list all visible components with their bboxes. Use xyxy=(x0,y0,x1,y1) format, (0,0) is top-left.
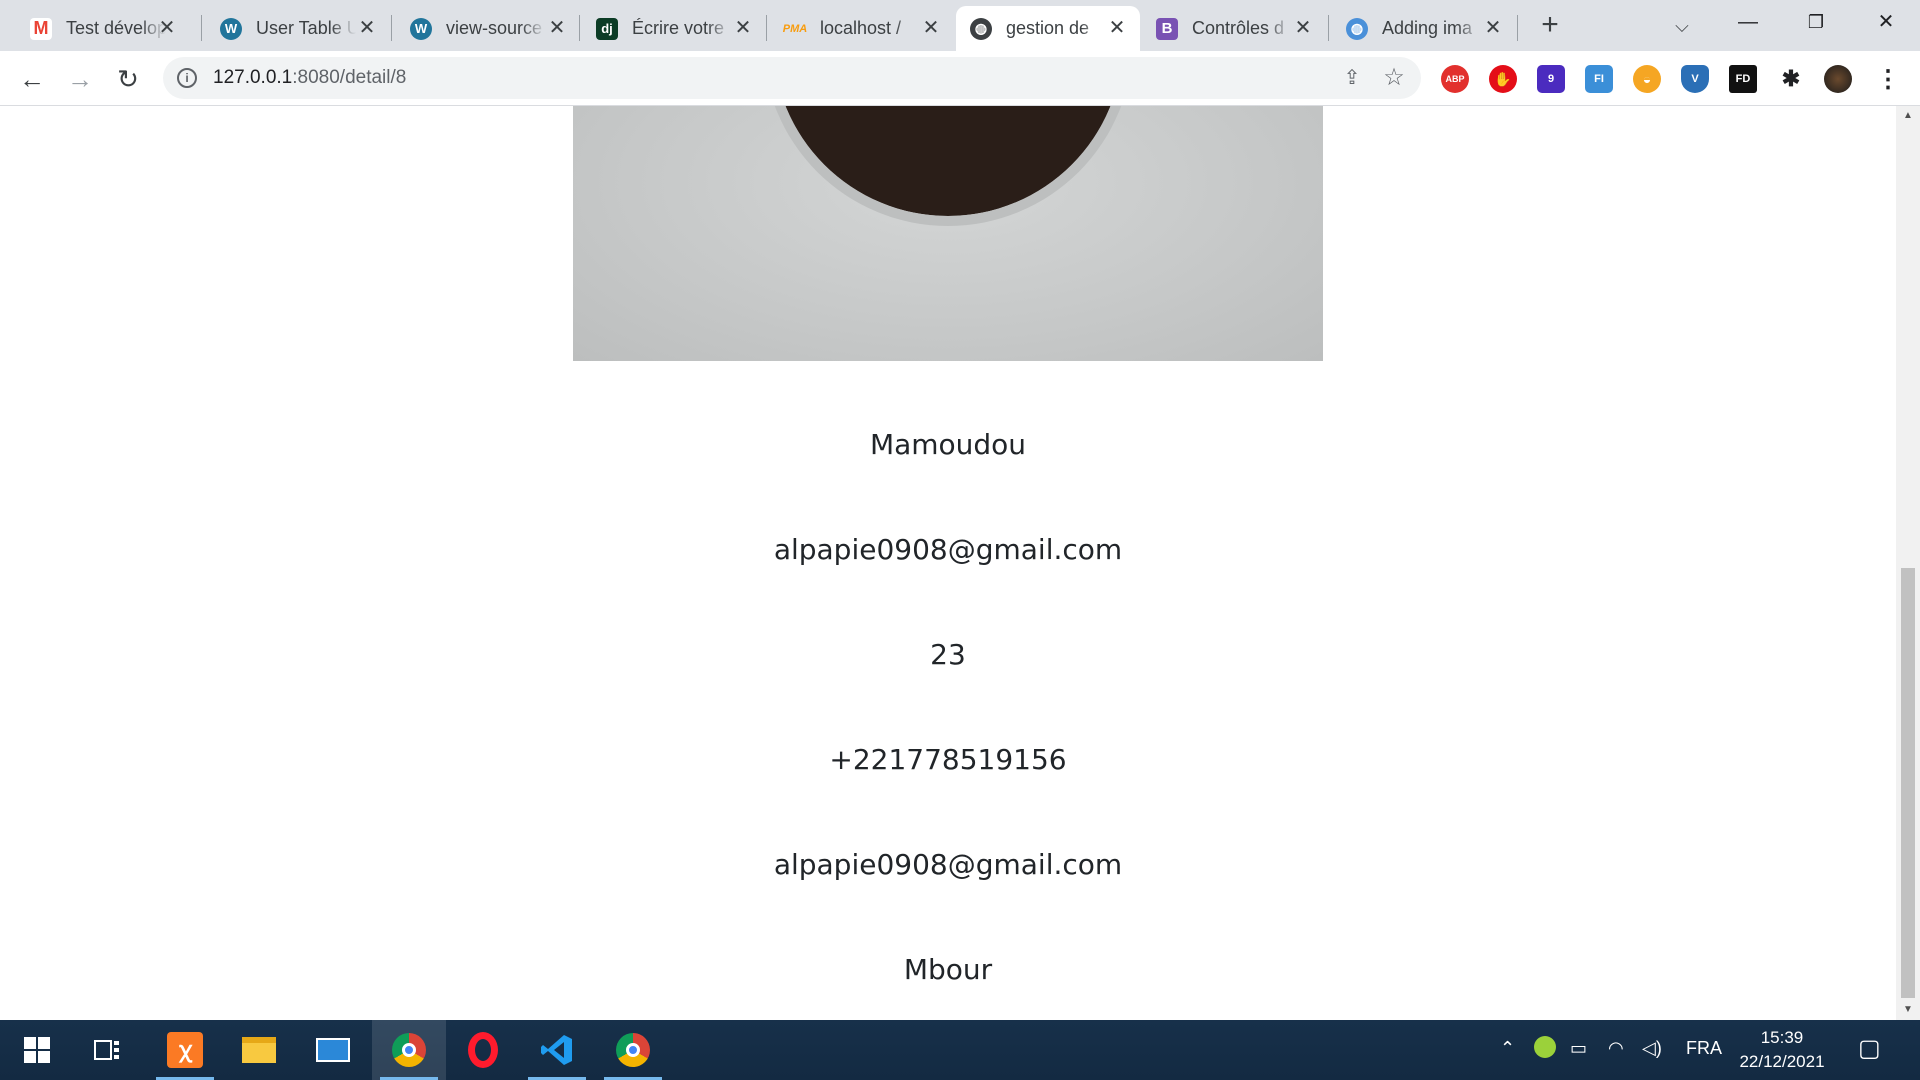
close-icon[interactable]: ✕ xyxy=(156,17,178,39)
tab-title: gestion de xyxy=(1006,18,1090,38)
bookmark-star-icon[interactable]: ☆ xyxy=(1381,65,1407,91)
task-view-icon[interactable] xyxy=(70,1020,144,1080)
tab-divider xyxy=(766,15,767,41)
opera-icon[interactable] xyxy=(446,1020,520,1080)
mail-icon[interactable] xyxy=(296,1020,370,1080)
close-icon[interactable]: ✕ xyxy=(920,17,942,39)
tab-adding-image[interactable]: ◍ Adding ima ✕ xyxy=(1332,6,1516,51)
menu-kebab-icon[interactable]: ⋮ xyxy=(1874,65,1902,93)
battery-icon[interactable]: ▭ xyxy=(1570,1038,1587,1059)
django-icon: dj xyxy=(596,17,618,40)
tab-search-chevron-icon[interactable]: ⌵ xyxy=(1666,10,1698,42)
vertical-scrollbar[interactable]: ▲ ▼ xyxy=(1896,106,1920,1020)
tab-title: Écrire votre xyxy=(632,18,725,38)
xampp-icon[interactable]: ꭓ xyxy=(148,1020,222,1080)
profile-email-secondary: alpapie0908@gmail.com xyxy=(773,848,1123,881)
tab-title: User Table U xyxy=(256,18,356,38)
close-icon[interactable]: ✕ xyxy=(1482,17,1504,39)
close-icon[interactable]: ✕ xyxy=(1292,17,1314,39)
restore-button[interactable]: ❐ xyxy=(1782,0,1850,44)
profile-email: alpapie0908@gmail.com xyxy=(773,533,1123,566)
puzzle-extensions-icon[interactable]: ✱ xyxy=(1777,65,1805,93)
phpmyadmin-icon: PMA xyxy=(782,22,808,35)
globe-icon: ◍ xyxy=(970,17,992,40)
url-host: 127.0.0.1 xyxy=(213,67,293,88)
tab-django[interactable]: dj Écrire votre ✕ xyxy=(582,6,766,51)
minimize-button[interactable]: — xyxy=(1714,0,1782,44)
tab-gmail[interactable]: M Test dévelop ✕ xyxy=(16,6,190,51)
browser-toolbar: ← → ↻ i 127.0.0.1:8080/detail/8 ⇪ ☆ ABP … xyxy=(0,51,1920,106)
scroll-up-arrow-icon[interactable]: ▲ xyxy=(1896,106,1920,126)
tab-view-source[interactable]: W view-source ✕ xyxy=(396,6,580,51)
tab-phpmyadmin[interactable]: PMA localhost / ✕ xyxy=(770,6,954,51)
wordpress-icon: W xyxy=(220,17,242,40)
profile-city: Mbour xyxy=(903,953,993,986)
tray-chevron-up-icon[interactable]: ⌃ xyxy=(1500,1038,1515,1059)
bootstrap-icon: B xyxy=(1156,17,1178,40)
tab-strip: M Test dévelop ✕ W User Table U ✕ W view… xyxy=(0,0,1920,51)
profile-age: 23 xyxy=(930,638,966,671)
tab-divider xyxy=(391,15,392,41)
clock-time: 15:39 xyxy=(1760,1028,1804,1047)
reload-icon[interactable]: ↻ xyxy=(110,61,146,97)
chrome-profile-icon[interactable] xyxy=(596,1020,670,1080)
tab-title: Adding ima xyxy=(1382,18,1473,38)
forward-arrow-icon[interactable]: → xyxy=(62,61,98,97)
fd-extension-icon[interactable]: FD xyxy=(1729,65,1757,93)
adblock-icon[interactable]: ✋ xyxy=(1489,65,1517,93)
url-text[interactable]: 127.0.0.1:8080/detail/8 xyxy=(213,67,406,89)
scrollbar-thumb[interactable] xyxy=(1901,568,1915,998)
volume-icon[interactable]: ◁) xyxy=(1642,1038,1662,1059)
address-bar[interactable]: i 127.0.0.1:8080/detail/8 ⇪ ☆ xyxy=(163,57,1421,99)
url-path: :8080/detail/8 xyxy=(292,67,407,88)
profile-photo xyxy=(573,106,1323,361)
bowl-extension-icon[interactable]: ◒ xyxy=(1633,65,1661,93)
chrome-taskbar-icon[interactable] xyxy=(372,1020,446,1080)
clock-date: 22/12/2021 xyxy=(1739,1052,1825,1071)
tab-divider xyxy=(201,15,202,41)
gmail-icon: M xyxy=(30,17,52,40)
share-icon[interactable]: ⇪ xyxy=(1339,65,1365,91)
close-icon[interactable]: ✕ xyxy=(546,17,568,39)
tab-bootstrap[interactable]: B Contrôles d ✕ xyxy=(1142,6,1326,51)
scroll-down-arrow-icon[interactable]: ▼ xyxy=(1896,1000,1920,1020)
globe-icon: ◍ xyxy=(1346,17,1368,40)
vscode-icon[interactable] xyxy=(520,1020,594,1080)
site-info-icon[interactable]: i xyxy=(177,68,197,88)
tray-app-icon[interactable] xyxy=(1534,1036,1556,1058)
tab-user-table[interactable]: W User Table U ✕ xyxy=(206,6,390,51)
file-explorer-icon[interactable] xyxy=(222,1020,296,1080)
adblock-plus-icon[interactable]: ABP xyxy=(1441,65,1469,93)
wordpress-icon: W xyxy=(410,17,432,40)
tab-gestion-active[interactable]: ◍ gestion de ✕ xyxy=(956,6,1140,51)
notification-center-icon[interactable]: ▢ xyxy=(1858,1034,1881,1063)
page-viewport: Mamoudou alpapie0908@gmail.com 23 +22177… xyxy=(0,106,1896,1020)
shield-extension-icon[interactable]: V xyxy=(1681,65,1709,93)
fi-extension-icon[interactable]: FI xyxy=(1585,65,1613,93)
tab-title: view-source xyxy=(446,18,543,38)
close-window-button[interactable]: ✕ xyxy=(1852,0,1920,44)
extension-badge-icon[interactable]: 9 xyxy=(1537,65,1565,93)
tab-title: Test dévelop xyxy=(66,18,166,38)
new-tab-button[interactable]: + xyxy=(1534,10,1566,42)
tab-title: Contrôles d xyxy=(1192,18,1285,38)
profile-avatar[interactable] xyxy=(1824,65,1852,93)
tab-divider xyxy=(1517,15,1518,41)
tab-divider xyxy=(579,15,580,41)
windows-start-icon[interactable] xyxy=(0,1020,74,1080)
close-icon[interactable]: ✕ xyxy=(356,17,378,39)
close-icon[interactable]: ✕ xyxy=(1106,17,1128,39)
language-indicator[interactable]: FRA xyxy=(1686,1038,1722,1059)
profile-name: Mamoudou xyxy=(869,428,1027,461)
back-arrow-icon[interactable]: ← xyxy=(14,61,50,97)
close-icon[interactable]: ✕ xyxy=(732,17,754,39)
tab-title: localhost / xyxy=(820,18,902,38)
windows-taskbar: ꭓ ⌃ ▭ ◠ ◁) FRA 15:39 22/12/2021 ▢ xyxy=(0,1020,1920,1080)
wifi-icon[interactable]: ◠ xyxy=(1608,1038,1624,1059)
system-clock[interactable]: 15:39 22/12/2021 xyxy=(1730,1026,1834,1074)
tab-divider xyxy=(1328,15,1329,41)
profile-phone: +221778519156 xyxy=(829,743,1067,776)
